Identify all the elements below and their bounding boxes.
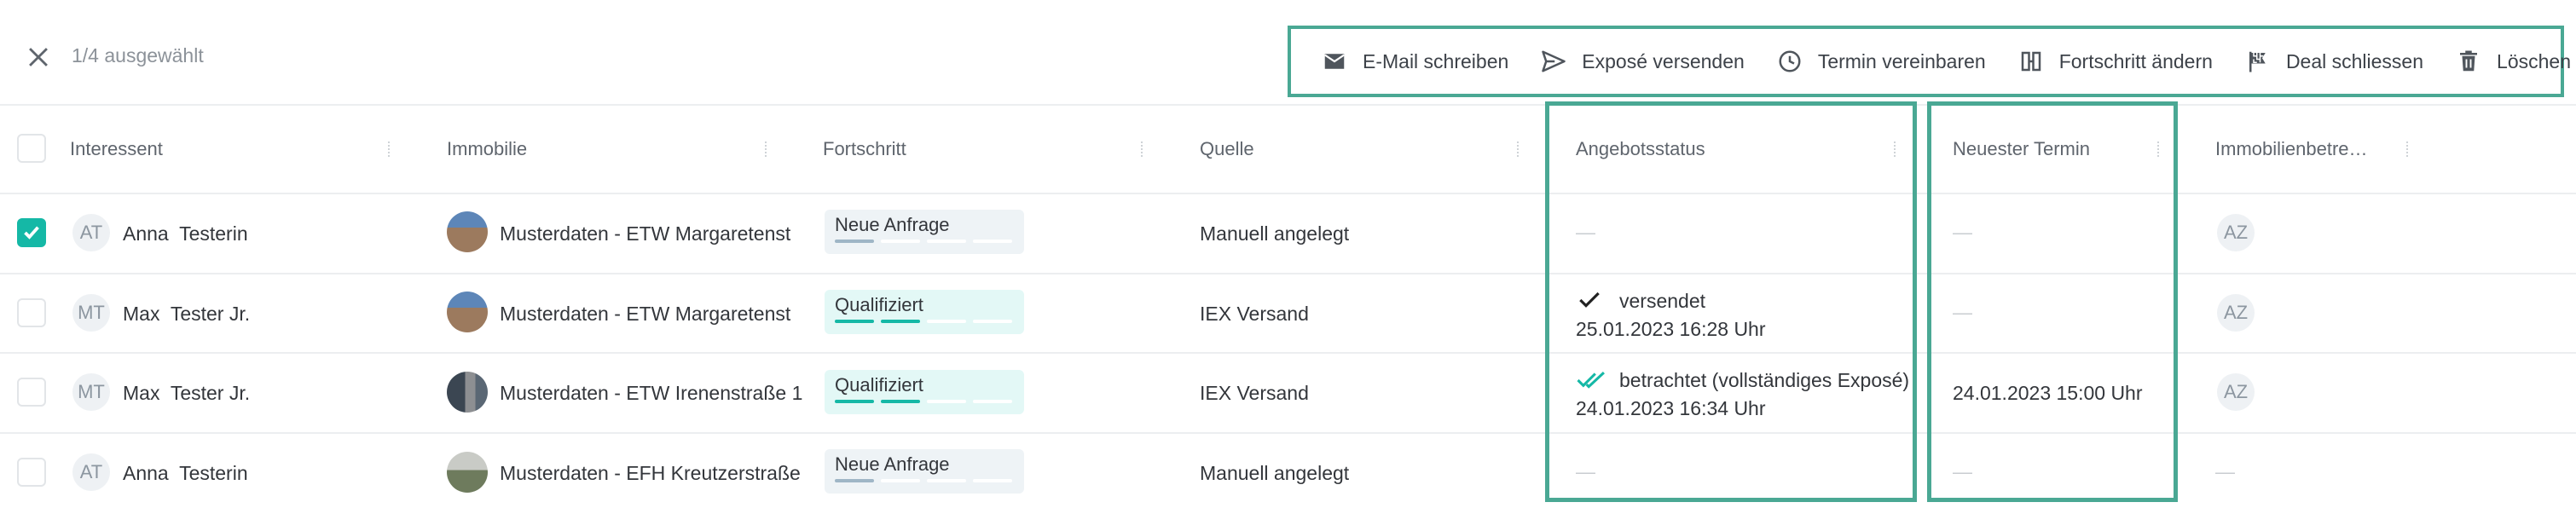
clock-icon — [1779, 50, 1801, 72]
source: IEX Versand — [1200, 303, 1309, 325]
interessent-name[interactable]: Anna Testerin — [123, 222, 248, 245]
avatar: AT — [72, 214, 110, 251]
schedule-appointment-label: Termin vereinbaren — [1817, 49, 1986, 72]
property-thumbnail — [447, 211, 488, 252]
property-name[interactable]: Musterdaten - EFH Kreutzerstraße — [500, 462, 866, 485]
progress-label: Neue Anfrage — [835, 214, 950, 235]
interessent-name[interactable]: Max Tester Jr. — [123, 382, 250, 405]
send-icon — [1542, 50, 1566, 72]
interessent-name[interactable]: Max Tester Jr. — [123, 303, 250, 326]
source: Manuell angelegt — [1200, 222, 1350, 245]
source: Manuell angelegt — [1200, 462, 1350, 484]
manager-avatar: AZ — [2217, 373, 2255, 411]
manager-avatar: AZ — [2217, 294, 2255, 332]
avatar: AT — [72, 453, 110, 491]
send-expose-button[interactable]: Exposé versenden — [1541, 49, 1745, 74]
progress-badge[interactable]: Neue Anfrage — [825, 449, 1024, 494]
trash-icon — [2460, 50, 2478, 72]
schedule-appointment-button[interactable]: Termin vereinbaren — [1777, 49, 1986, 74]
email-button-label: E-Mail schreiben — [1363, 49, 1509, 72]
manager-empty: — — [2215, 460, 2235, 482]
highlight-angebotsstatus-column — [1545, 101, 1917, 502]
close-selection-icon[interactable] — [24, 43, 53, 72]
select-all-checkbox[interactable] — [17, 134, 46, 163]
property-name[interactable]: Musterdaten - ETW Margaretenst — [500, 303, 866, 326]
email-button[interactable]: E-Mail schreiben — [1322, 49, 1508, 74]
col-interessent[interactable]: Interessent — [70, 138, 163, 160]
avatar: MT — [72, 294, 110, 332]
col-immobilienbetreuer[interactable]: Immobilienbetre… — [2215, 138, 2368, 160]
row-checkbox[interactable] — [17, 378, 46, 407]
col-quelle[interactable]: Quelle — [1200, 138, 1254, 160]
progress-label: Qualifiziert — [835, 374, 923, 395]
col-fortschritt[interactable]: Fortschritt — [823, 138, 906, 160]
manager-avatar: AZ — [2217, 214, 2255, 251]
col-immobilie[interactable]: Immobilie — [447, 138, 527, 160]
row-checkbox[interactable] — [17, 298, 46, 327]
property-thumbnail — [447, 292, 488, 332]
row-checkbox[interactable] — [17, 458, 46, 487]
property-thumbnail — [447, 372, 488, 413]
avatar: MT — [72, 373, 110, 411]
change-progress-label: Fortschritt ändern — [2058, 49, 2213, 72]
interessent-name[interactable]: Anna Testerin — [123, 462, 248, 485]
progress-badge[interactable]: Neue Anfrage — [825, 210, 1024, 254]
bulk-action-bar: E-Mail schreiben Exposé versenden Termin… — [1288, 26, 2571, 97]
progress-label: Qualifiziert — [835, 294, 923, 315]
progress-badge[interactable]: Qualifiziert — [825, 290, 1024, 334]
change-progress-button[interactable]: Fortschritt ändern — [2018, 49, 2213, 74]
progress-icon — [2021, 51, 2041, 72]
property-name[interactable]: Musterdaten - ETW Margaretenst — [500, 222, 866, 245]
source: IEX Versand — [1200, 382, 1309, 404]
check-icon — [24, 226, 39, 240]
send-expose-label: Exposé versenden — [1582, 49, 1745, 72]
property-thumbnail — [447, 452, 488, 493]
row-checkbox[interactable] — [17, 218, 46, 247]
progress-badge[interactable]: Qualifiziert — [825, 370, 1024, 414]
delete-button[interactable]: Löschen — [2456, 49, 2571, 74]
property-name[interactable]: Musterdaten - ETW Irenenstraße 1 — [500, 382, 866, 405]
highlight-termin-column — [1927, 101, 2178, 502]
mail-icon — [1324, 54, 1345, 69]
delete-label: Löschen — [2497, 49, 2571, 72]
flag-icon — [2249, 51, 2266, 72]
close-deal-button[interactable]: Deal schliessen — [2245, 49, 2423, 74]
close-deal-label: Deal schliessen — [2285, 49, 2424, 72]
selection-count: 1/4 ausgewählt — [72, 44, 204, 66]
progress-label: Neue Anfrage — [835, 453, 950, 475]
